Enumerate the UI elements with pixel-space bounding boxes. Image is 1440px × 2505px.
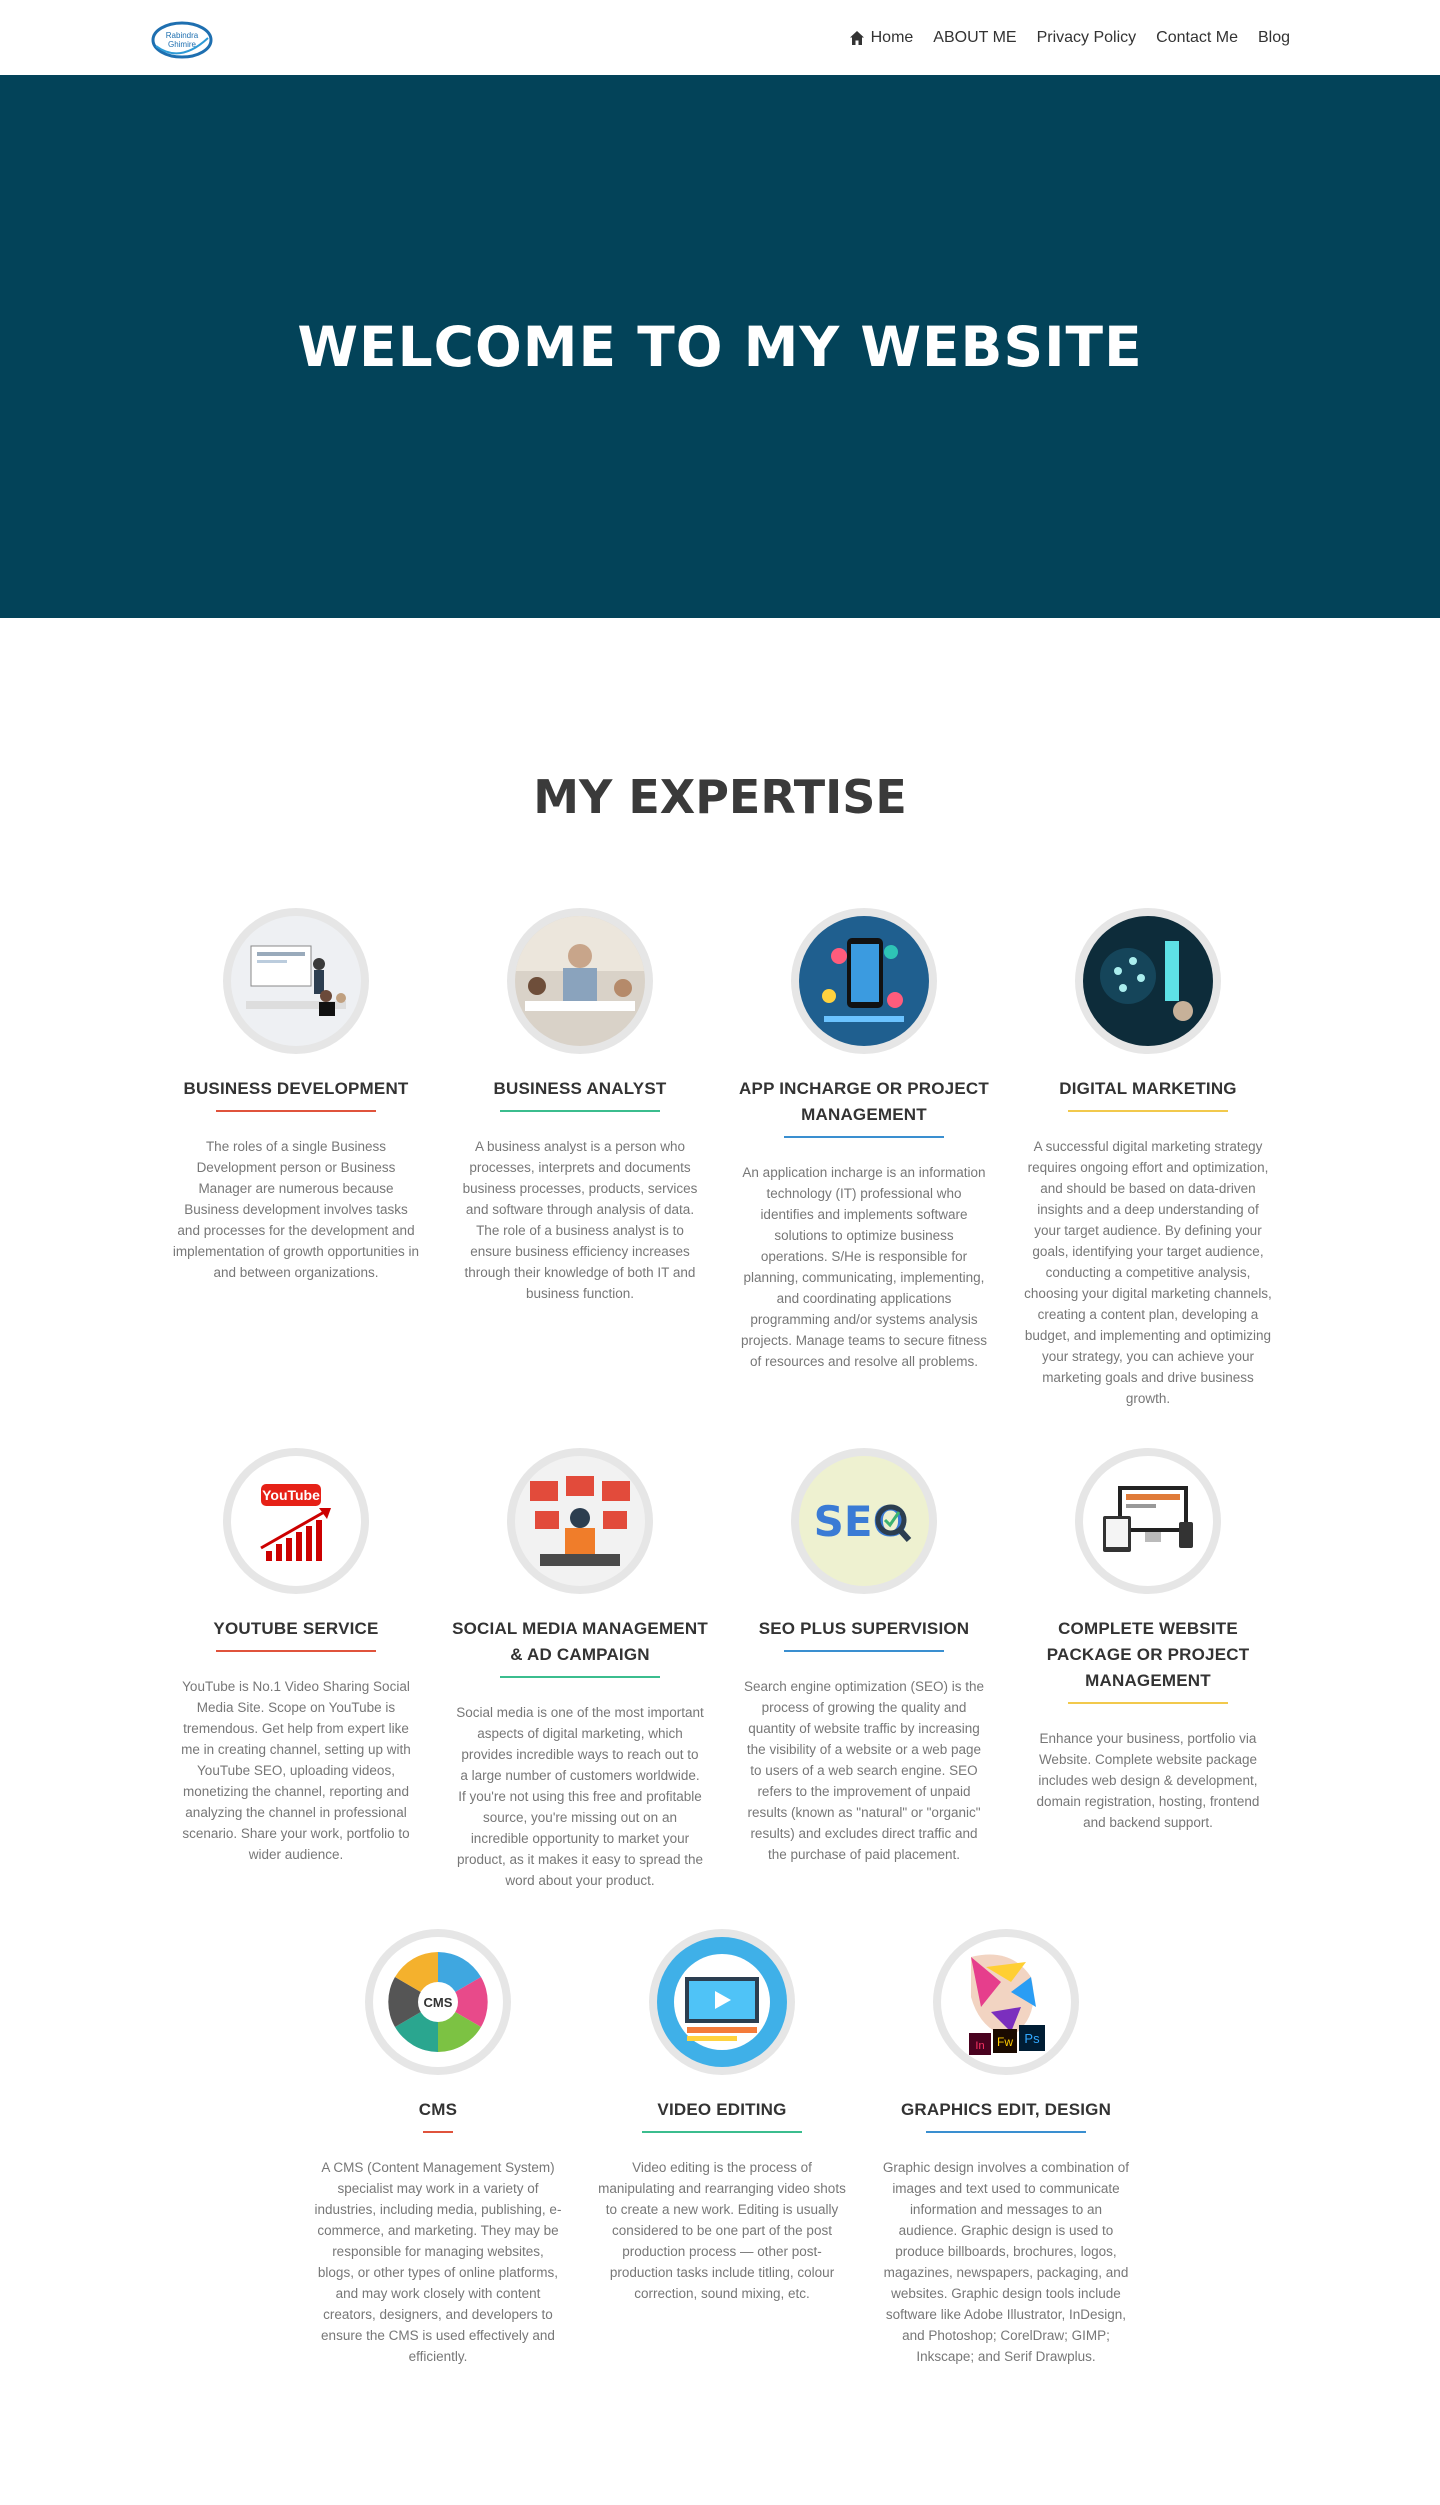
nav-about-label: ABOUT ME bbox=[933, 28, 1017, 46]
card-title: BUSINESS DEVELOPMENT bbox=[183, 1079, 409, 1098]
svg-text:YouTube: YouTube bbox=[262, 1487, 320, 1503]
svg-text:Rabindra: Rabindra bbox=[166, 31, 199, 40]
card-title: DIGITAL MARKETING bbox=[1059, 1079, 1237, 1098]
card-title: BUSINESS ANALYST bbox=[493, 1079, 667, 1098]
svg-text:Ghimire: Ghimire bbox=[168, 40, 197, 49]
cms-image: CMS bbox=[373, 1937, 503, 2067]
card-title: GRAPHICS EDIT, DESIGN bbox=[900, 2100, 1112, 2119]
expertise-card-video-editing: VIDEO EDITING Video editing is the proce… bbox=[594, 1929, 850, 2304]
card-image-frame: CMS bbox=[365, 1929, 511, 2075]
card-description: The roles of a single Business Developme… bbox=[172, 1139, 420, 1280]
nav-blog-label: Blog bbox=[1257, 28, 1290, 46]
expertise-card-seo: SEO SEO PLUS SUPERVISION Search engine o… bbox=[736, 1448, 992, 1865]
card-description: An application incharge is an informatio… bbox=[740, 1165, 988, 1369]
card-title: APP INCHARGE OR PROJECT MANAGEMENT bbox=[739, 1079, 989, 1124]
site-logo[interactable]: Rabindra Ghimire bbox=[150, 16, 214, 62]
card-underline bbox=[1068, 1110, 1228, 1112]
card-underline bbox=[216, 1110, 376, 1112]
card-image-frame: YouTube bbox=[223, 1448, 369, 1594]
website-package-image bbox=[1083, 1456, 1213, 1586]
card-image-frame bbox=[649, 1929, 795, 2075]
card-underline bbox=[216, 1650, 376, 1652]
nav-home-label: Home bbox=[870, 28, 914, 46]
card-title: SEO PLUS SUPERVISION bbox=[758, 1619, 970, 1638]
card-underline bbox=[926, 2131, 1086, 2133]
svg-text:CMS: CMS bbox=[424, 1995, 453, 2010]
app-incharge-image bbox=[799, 916, 929, 1046]
card-image-frame bbox=[507, 908, 653, 1054]
card-description: A successful digital marketing strategy … bbox=[1024, 1139, 1272, 1406]
nav-contact[interactable]: Contact Me bbox=[1156, 29, 1238, 47]
graphics-image: In Fw Ps bbox=[941, 1937, 1071, 2067]
card-image-frame: SEO bbox=[791, 1448, 937, 1594]
top-navbar: Rabindra Ghimire Home ABOUT ME Privacy P… bbox=[0, 0, 1440, 75]
card-description: YouTube is No.1 Video Sharing Social Med… bbox=[181, 1679, 411, 1862]
nav-blog[interactable]: Blog bbox=[1258, 29, 1290, 47]
seo-image: SEO bbox=[799, 1456, 929, 1586]
card-description: Graphic design involves a combination of… bbox=[882, 2160, 1130, 2364]
expertise-card-digital-marketing: DIGITAL MARKETING A successful digital m… bbox=[1020, 908, 1276, 1409]
card-underline bbox=[1068, 1702, 1228, 1704]
card-image-frame: In Fw Ps bbox=[933, 1929, 1079, 2075]
card-description: Video editing is the process of manipula… bbox=[598, 2160, 846, 2301]
expertise-card-business-development: BUSINESS DEVELOPMENT The roles of a sing… bbox=[168, 908, 424, 1283]
business-analyst-image bbox=[515, 916, 645, 1046]
card-title: SOCIAL MEDIA MANAGEMENT & AD CAMPAIGN bbox=[452, 1619, 708, 1664]
expertise-title: MY EXPERTISE bbox=[533, 770, 907, 824]
card-underline bbox=[500, 1110, 660, 1112]
card-description: Enhance your business, portfolio via Web… bbox=[1036, 1731, 1260, 1830]
card-title: VIDEO EDITING bbox=[657, 2100, 787, 2119]
card-underline bbox=[784, 1650, 944, 1652]
card-underline bbox=[642, 2131, 802, 2133]
nav-about[interactable]: ABOUT ME bbox=[933, 29, 1016, 47]
card-image-frame bbox=[223, 908, 369, 1054]
youtube-image: YouTube bbox=[231, 1456, 361, 1586]
svg-text:Ps: Ps bbox=[1024, 2031, 1040, 2046]
main-nav: Home ABOUT ME Privacy Policy Contact Me … bbox=[849, 0, 1290, 75]
card-title: YOUTUBE SERVICE bbox=[213, 1619, 379, 1638]
card-description: A CMS (Content Management System) specia… bbox=[314, 2160, 562, 2364]
card-description: Social media is one of the most importan… bbox=[456, 1705, 704, 1888]
expertise-card-graphics: In Fw Ps GRAPHICS EDIT, DESIGN Graphic des… bbox=[878, 1929, 1134, 2367]
digital-marketing-image bbox=[1083, 916, 1213, 1046]
card-description: Search engine optimization (SEO) is the … bbox=[743, 1679, 985, 1862]
card-underline bbox=[423, 2131, 453, 2133]
expertise-card-app-incharge: APP INCHARGE OR PROJECT MANAGEMENT An ap… bbox=[736, 908, 992, 1372]
hero-title: WELCOME TO MY WEBSITE bbox=[297, 314, 1143, 379]
card-underline bbox=[784, 1136, 944, 1138]
card-description: A business analyst is a person who proce… bbox=[462, 1139, 698, 1301]
svg-text:In: In bbox=[975, 2040, 984, 2052]
card-image-frame bbox=[507, 1448, 653, 1594]
svg-text:Fw: Fw bbox=[997, 2035, 1013, 2049]
expertise-card-cms: CMS CMS A CMS (Content Management System… bbox=[310, 1929, 566, 2367]
nav-home[interactable]: Home bbox=[849, 28, 914, 47]
nav-contact-label: Contact Me bbox=[1156, 28, 1238, 46]
logo-icon: Rabindra Ghimire bbox=[151, 21, 213, 59]
video-editing-image bbox=[657, 1937, 787, 2067]
hero-banner: WELCOME TO MY WEBSITE bbox=[0, 75, 1440, 618]
home-icon bbox=[849, 30, 864, 45]
nav-privacy-label: Privacy Policy bbox=[1036, 28, 1137, 46]
social-media-image bbox=[515, 1456, 645, 1586]
card-underline bbox=[500, 1676, 660, 1678]
card-image-frame bbox=[1075, 1448, 1221, 1594]
nav-privacy[interactable]: Privacy Policy bbox=[1037, 29, 1137, 47]
expertise-card-youtube: YouTube YOUTUBE SERVICE YouTube is No.1 … bbox=[168, 1448, 424, 1865]
expertise-card-business-analyst: BUSINESS ANALYST A business analyst is a… bbox=[452, 908, 708, 1304]
card-title: CMS bbox=[418, 2100, 458, 2119]
expertise-card-social-media: SOCIAL MEDIA MANAGEMENT & AD CAMPAIGN So… bbox=[452, 1448, 708, 1891]
card-image-frame bbox=[1075, 908, 1221, 1054]
business-development-image bbox=[231, 916, 361, 1046]
card-title: COMPLETE WEBSITE PACKAGE OR PROJECT MANA… bbox=[1046, 1619, 1250, 1690]
card-image-frame bbox=[791, 908, 937, 1054]
expertise-card-website-package: COMPLETE WEBSITE PACKAGE OR PROJECT MANA… bbox=[1020, 1448, 1276, 1833]
